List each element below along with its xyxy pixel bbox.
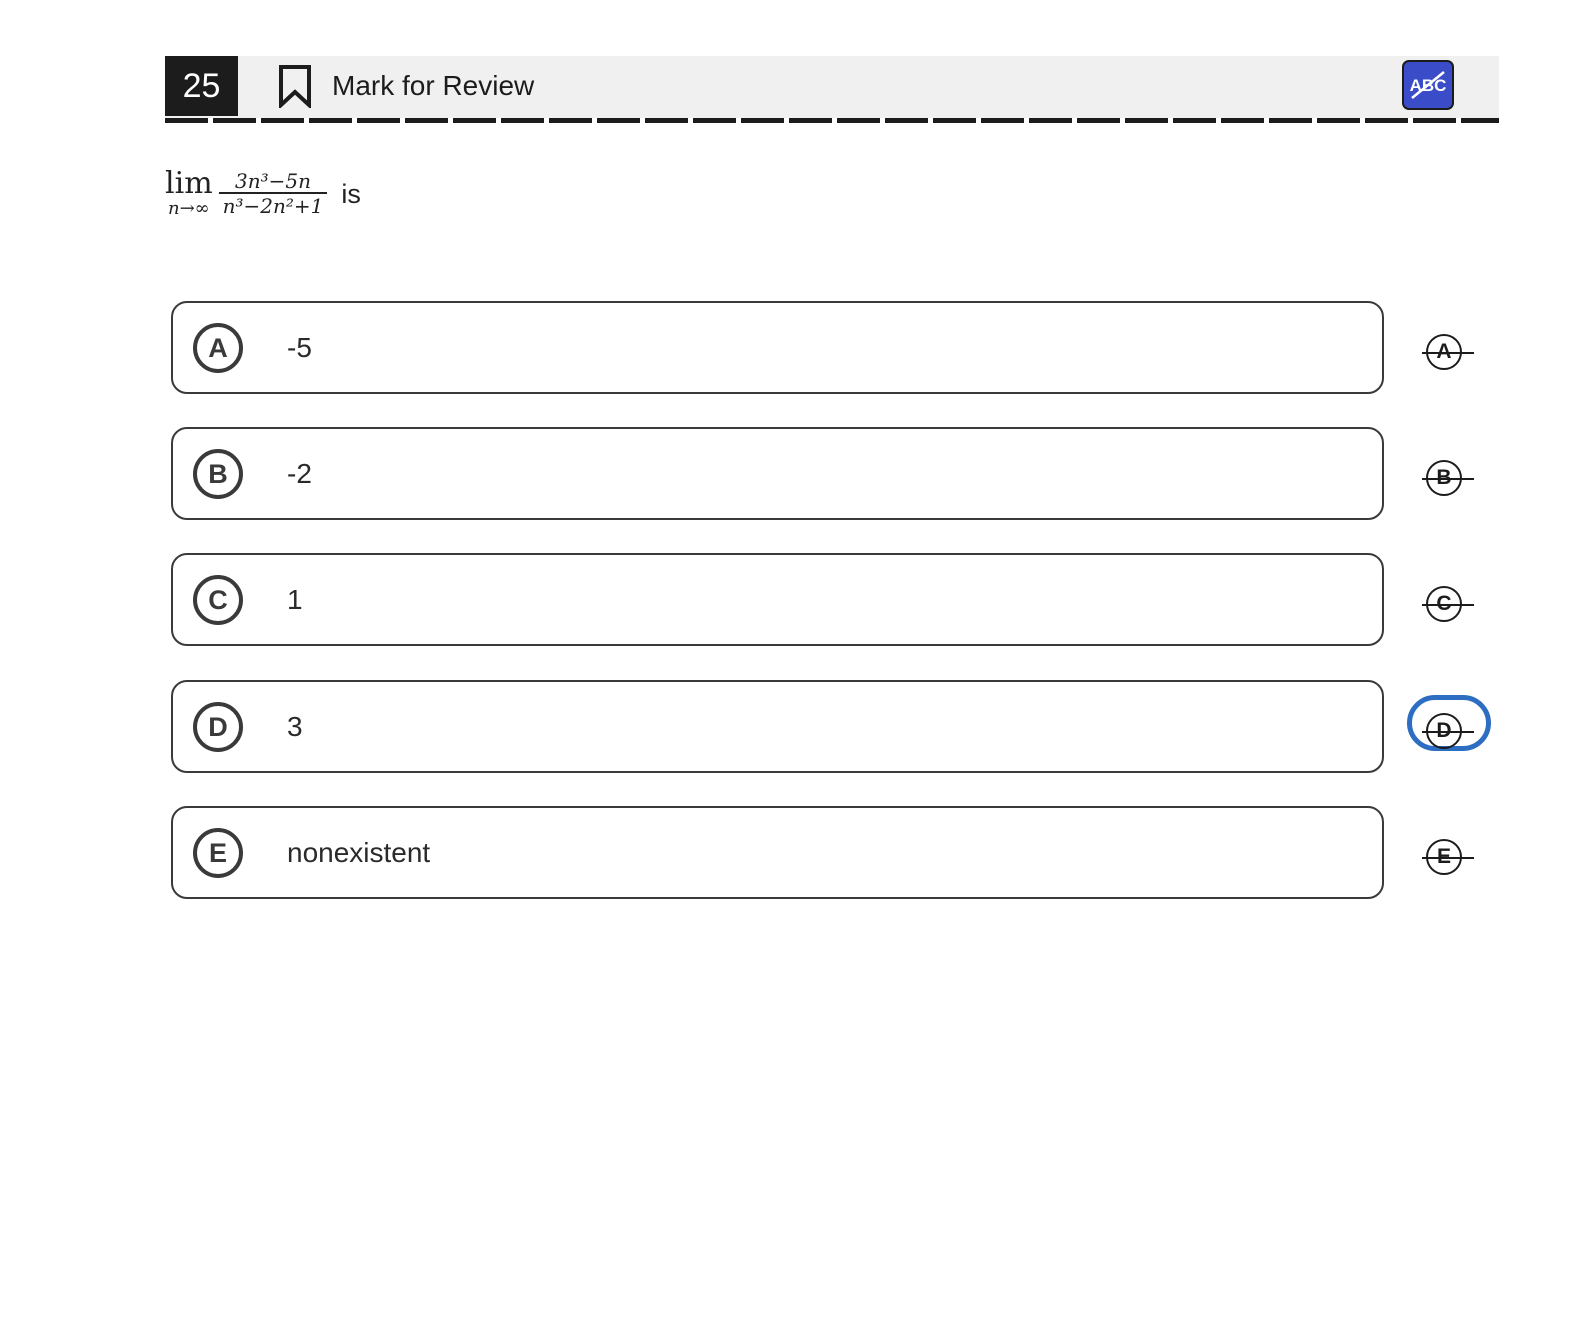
limit-operator: lim n→∞: [165, 169, 213, 219]
lim-subscript: n→∞: [167, 198, 210, 219]
strikethrough-letter-icon: A: [1422, 334, 1474, 370]
strike-option-a-button[interactable]: A: [1418, 332, 1474, 372]
option-text-b: -2: [287, 458, 312, 489]
option-letter-a: A: [193, 323, 243, 373]
strikethrough-letter-icon: B: [1422, 460, 1474, 496]
limit-fraction: 3n³−5n n³−2n²+1: [218, 169, 328, 218]
answer-option-e[interactable]: E nonexistent: [171, 806, 1384, 899]
strike-line: [1422, 604, 1474, 606]
fraction-denominator: n³−2n²+1: [222, 194, 324, 218]
question-number: 25: [165, 56, 238, 116]
option-text-e: nonexistent: [287, 837, 431, 868]
answer-option-a[interactable]: A -5: [171, 301, 1384, 394]
bookmark-icon[interactable]: [278, 64, 312, 108]
lim-word: lim: [165, 166, 213, 201]
abc-strikethrough-icon: ABC: [1410, 71, 1446, 99]
strikethrough-letter-icon: E: [1422, 839, 1474, 875]
option-text-d: 3: [287, 711, 303, 742]
strike-line: [1422, 731, 1474, 733]
answer-eliminator-button[interactable]: ABC: [1402, 60, 1454, 110]
strike-option-b-button[interactable]: B: [1418, 458, 1474, 498]
strikethrough-letter-icon: D: [1422, 713, 1474, 749]
question-header: 25 Mark for Review ABC: [165, 56, 1499, 118]
answer-option-d[interactable]: D 3: [171, 680, 1384, 773]
answer-option-c[interactable]: C 1: [171, 553, 1384, 646]
option-letter-d: D: [193, 702, 243, 752]
answer-option-b[interactable]: B -2: [171, 427, 1384, 520]
question-stem: lim n→∞ 3n³−5n n³−2n²+1 is: [165, 166, 361, 222]
strike-option-d-button[interactable]: D: [1407, 695, 1491, 751]
option-letter-e: E: [193, 828, 243, 878]
strike-line: [1422, 478, 1474, 480]
option-text-c: 1: [287, 584, 303, 615]
strike-line: [1422, 352, 1474, 354]
option-text-a: -5: [287, 332, 312, 363]
fraction-numerator: 3n³−5n: [235, 169, 312, 193]
strike-option-e-button[interactable]: E: [1418, 837, 1474, 877]
question-progress-divider: [165, 118, 1499, 123]
question-suffix: is: [341, 178, 361, 209]
strike-line: [1422, 857, 1474, 859]
strikethrough-letter-icon: C: [1422, 586, 1474, 622]
strike-option-c-button[interactable]: C: [1418, 584, 1474, 624]
option-letter-c: C: [193, 575, 243, 625]
mark-for-review-label[interactable]: Mark for Review: [332, 69, 534, 103]
option-letter-b: B: [193, 449, 243, 499]
